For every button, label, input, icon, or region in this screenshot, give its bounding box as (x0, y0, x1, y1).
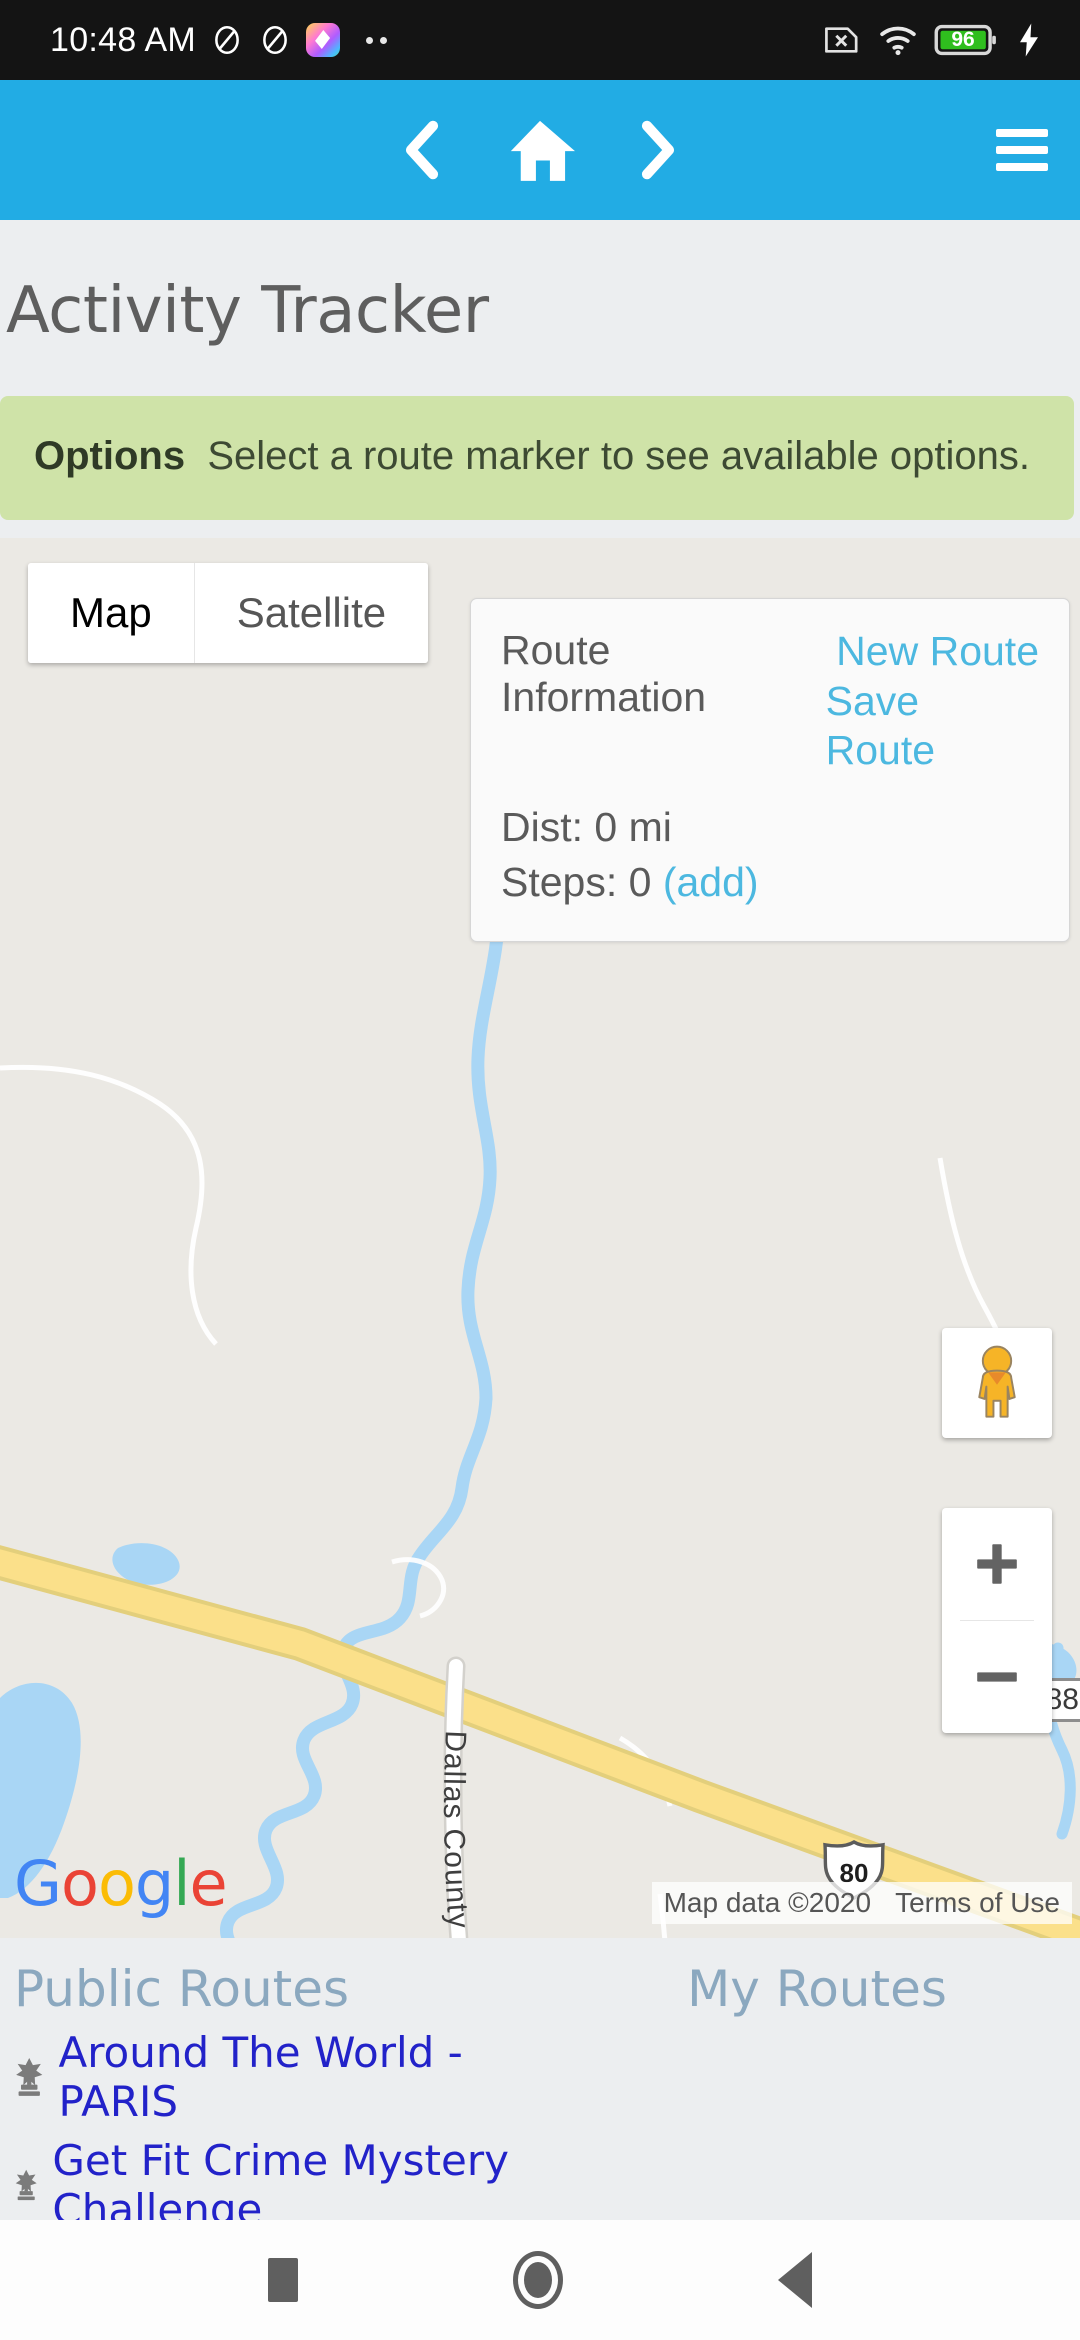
map-type-satellite-button[interactable]: Satellite (193, 563, 429, 663)
add-steps-link[interactable]: (add) (663, 859, 759, 905)
back-icon[interactable] (395, 117, 449, 183)
public-routes-column: Public Routes Around The World - PARIS G… (0, 1960, 540, 2234)
status-bar: 10:48 AM 96 (0, 0, 1080, 80)
route-steps-row: Steps: 0 (add) (501, 855, 1039, 910)
sim-card-missing-icon (825, 27, 858, 53)
google-logo: Google (14, 1847, 228, 1920)
home-circle-icon[interactable] (513, 2251, 563, 2309)
gallery-app-icon (306, 23, 341, 57)
my-routes-column: My Routes (540, 1960, 1080, 2234)
charging-bolt-icon (1020, 23, 1038, 57)
public-routes-heading: Public Routes (14, 1960, 350, 2018)
route-steps: Steps: 0 (501, 859, 652, 906)
map-type-switcher: Map Satellite (28, 563, 429, 663)
list-item[interactable]: Around The World - PARIS (0, 2018, 540, 2126)
new-route-link[interactable]: New Route (836, 627, 1039, 675)
options-banner-message: Select a route marker to see available o… (207, 434, 1031, 478)
wifi-icon (880, 26, 916, 56)
routes-section: Public Routes Around The World - PARIS G… (0, 1938, 1080, 2234)
route-info-header: Route Information New Route Save Route (501, 627, 1039, 774)
home-icon[interactable] (501, 115, 579, 185)
zoom-out-button[interactable] (942, 1621, 1052, 1733)
do-not-disturb-icon (215, 25, 239, 55)
map-data-copyright: Map data ©2020 (651, 1882, 884, 1924)
battery-indicator: 96 (934, 23, 998, 57)
map-type-map-button[interactable]: Map (28, 563, 194, 663)
back-triangle-icon[interactable] (778, 2252, 812, 2308)
zoom-in-button[interactable] (942, 1508, 1052, 1620)
route-information-panel: Route Information New Route Save Route D… (470, 598, 1070, 942)
my-routes-heading: My Routes (687, 1960, 947, 2018)
street-view-pegman-icon[interactable] (942, 1328, 1052, 1438)
do-not-disturb-icon (263, 25, 287, 55)
options-banner: Options Select a route marker to see ava… (0, 396, 1074, 520)
save-route-link[interactable]: Save Route (826, 677, 1039, 774)
route-distance: Dist: 0 mi (501, 804, 672, 851)
routes-columns: Public Routes Around The World - PARIS G… (0, 1960, 1080, 2234)
status-bar-right: 96 (822, 22, 1080, 58)
page-title: Activity Tracker (6, 274, 489, 348)
route-info-title: Route Information (501, 627, 707, 720)
trophy-icon (15, 2169, 37, 2201)
forward-icon[interactable] (631, 117, 685, 183)
menu-icon[interactable] (996, 129, 1048, 171)
more-notifications-icon (366, 36, 388, 44)
page-body: Activity Tracker Options Select a route … (0, 220, 1080, 2340)
route-info-actions: New Route Save Route (826, 627, 1039, 774)
android-navigation-bar (0, 2220, 1080, 2340)
terms-of-use-link[interactable]: Terms of Use (883, 1882, 1072, 1924)
route-info-stats: Dist: 0 mi Steps: 0 (add) (501, 800, 1039, 910)
list-item[interactable]: Get Fit Crime Mystery Challenge (0, 2126, 540, 2234)
recents-square-icon[interactable] (268, 2258, 298, 2302)
battery-percent: 96 (951, 28, 975, 51)
trophy-icon (16, 2057, 43, 2096)
map-attribution: Map data ©2020 Terms of Use (651, 1882, 1072, 1924)
map-canvas[interactable]: Dallas County 43 Dallas County 43 80 88 … (0, 538, 1080, 1938)
app-header-bar (0, 80, 1080, 220)
status-bar-left: 10:48 AM (0, 20, 388, 60)
map-zoom-controls (942, 1508, 1052, 1733)
options-banner-label: Options (34, 434, 186, 478)
app-header-nav (395, 115, 685, 185)
phone-screen: 10:48 AM 96 Activity Tracker Options Sel… (0, 0, 1080, 2340)
route-link[interactable]: Around The World - PARIS (58, 2028, 540, 2126)
status-bar-clock: 10:48 AM (50, 20, 197, 59)
